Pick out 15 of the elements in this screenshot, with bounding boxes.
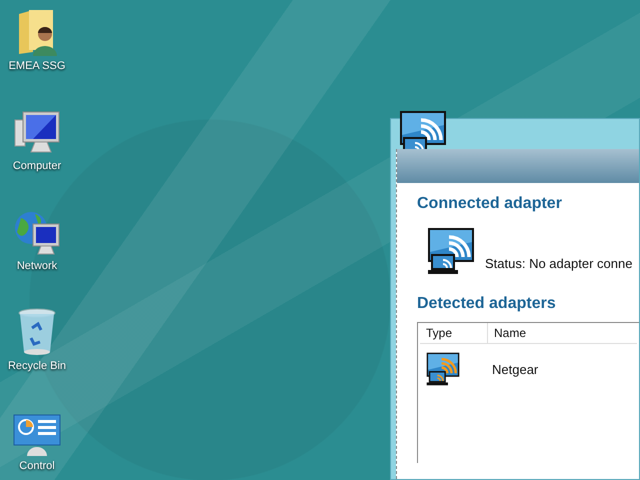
section-heading: Connected adapter (417, 195, 563, 213)
desktop-icon-label[interactable]: Network (16, 260, 58, 272)
wireless-display-icon (427, 227, 475, 275)
wireless-display-icon (426, 352, 460, 386)
desktop-icon-label[interactable]: Recycle Bin (8, 360, 66, 372)
control-panel-icon[interactable] (13, 414, 61, 456)
adapter-name[interactable]: Netgear (492, 362, 538, 376)
recycle-bin-icon[interactable] (17, 308, 57, 356)
desktop-icon-label[interactable]: Computer (12, 160, 62, 172)
column-header[interactable]: Type (420, 323, 488, 343)
status-text: Status: No adapter conne (485, 256, 632, 273)
column-header[interactable]: Name (488, 323, 532, 343)
section-heading: Detected adapters (417, 295, 557, 313)
desktop-icon-label[interactable]: EMEA SSG (8, 60, 66, 72)
desktop-icon-label[interactable]: Control (19, 460, 55, 472)
